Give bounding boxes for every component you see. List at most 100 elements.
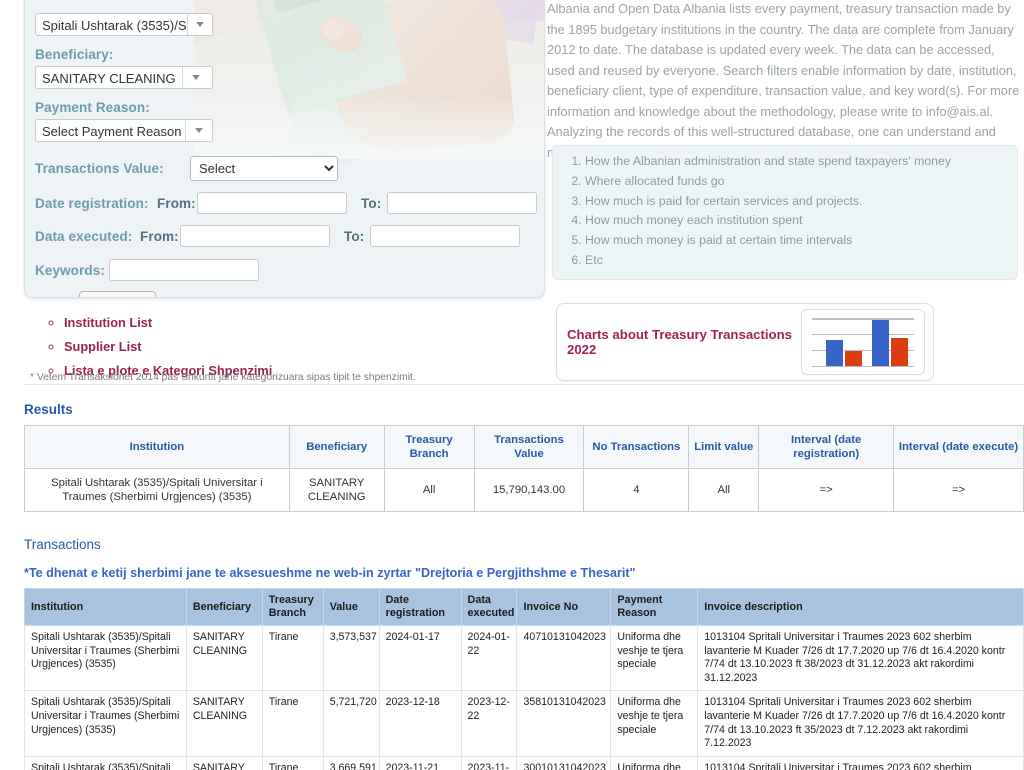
table-header-row: Institution Beneficiary Treasury Branch …	[25, 589, 1024, 626]
results-cell-limit-value: All	[689, 469, 759, 512]
date-registration-row: Date registration: From: To:	[35, 192, 544, 214]
trans-cell-value: 3,669,591	[323, 756, 379, 770]
institution-row: Spitali Ushtarak (3535)/Sp	[35, 13, 544, 36]
trans-cell-beneficiary: SANITARY CLEANING	[186, 626, 262, 691]
table-header-row: Institution Beneficiary Treasury Branch …	[25, 426, 1024, 469]
transactions-note: *Te dhenat e ketij sherbimi jane te akse…	[24, 566, 636, 580]
search-filter-panel: Spitali Ushtarak (3535)/Sp Beneficiary: …	[24, 0, 545, 298]
payment-reason-select-value: Select Payment Reason	[36, 120, 185, 141]
transactions-value-select[interactable]: Select	[190, 156, 338, 181]
data-executed-from-input[interactable]	[180, 225, 330, 247]
trans-col-date-registration: Date registration	[379, 589, 461, 626]
transactions-table: Institution Beneficiary Treasury Branch …	[24, 588, 1024, 770]
trans-col-value: Value	[323, 589, 379, 626]
chevron-down-icon[interactable]	[187, 14, 212, 35]
results-col-interval-registration: Interval (date registration)	[759, 426, 894, 469]
keywords-input[interactable]	[109, 259, 259, 281]
results-col-no-transactions: No Transactions	[584, 426, 689, 469]
results-cell-interval-execute: =>	[894, 469, 1024, 512]
table-row: Spitali Ushtarak (3535)/Spitali Universi…	[25, 756, 1024, 770]
trans-cell-institution: Spitali Ushtarak (3535)/Spitali Universi…	[25, 756, 187, 770]
date-registration-to-label: To:	[361, 196, 387, 211]
trans-cell-treasury-branch: Tirane	[262, 756, 323, 770]
results-col-institution: Institution	[25, 426, 290, 469]
date-registration-to-input[interactable]	[387, 192, 537, 214]
results-table: Institution Beneficiary Treasury Branch …	[24, 425, 1024, 512]
results-col-limit-value: Limit value	[689, 426, 759, 469]
data-executed-row: Data executed: From: To:	[35, 225, 544, 247]
chart-bar-s2-c2	[891, 338, 908, 366]
trans-cell-date-registration: 2023-12-18	[379, 691, 461, 756]
data-executed-to-input[interactable]	[370, 225, 520, 247]
link-institution-list[interactable]: Institution List	[64, 315, 152, 330]
chart-bar-s1-c2	[872, 320, 889, 366]
keywords-label: Keywords:	[35, 263, 109, 278]
results-col-treasury-branch: Treasury Branch	[384, 426, 474, 469]
table-row: Spitali Ushtarak (3535)/Spitali Universi…	[25, 469, 1024, 512]
trans-col-treasury-branch: Treasury Branch	[262, 589, 323, 626]
payment-reason-select[interactable]: Select Payment Reason	[35, 119, 213, 142]
trans-cell-payment-reason: Uniforma dhe veshje te tjera speciale	[611, 756, 698, 770]
date-registration-label: Date registration:	[35, 196, 157, 211]
chart-plot-area	[812, 318, 914, 366]
trans-cell-data-executed: 2024-01-22	[461, 626, 517, 691]
search-button[interactable]: Search	[79, 291, 156, 298]
trans-cell-invoice-description: 1013104 Spritali Universitar i Traumes 2…	[698, 691, 1024, 756]
transactions-value-row: Transactions Value: Select	[35, 156, 544, 181]
trans-cell-value: 5,721,720	[323, 691, 379, 756]
beneficiary-label-row: Beneficiary:	[35, 47, 544, 62]
list-item: How much money is paid at certain time i…	[585, 231, 1005, 251]
chevron-down-icon[interactable]	[182, 67, 209, 88]
chart-bar-s1-c1	[826, 340, 843, 366]
bar-chart-thumbnail-icon	[801, 309, 925, 375]
payment-reason-label: Payment Reason:	[35, 100, 150, 115]
charts-link-box[interactable]: Charts about Treasury Transactions 2022	[556, 303, 934, 381]
list-item: Where allocated funds go	[585, 172, 1005, 192]
trans-col-payment-reason: Payment Reason	[611, 589, 698, 626]
payment-reason-row: Select Payment Reason	[35, 119, 544, 142]
chart-bar-s2-c1	[845, 351, 862, 366]
trans-col-institution: Institution	[25, 589, 187, 626]
keywords-row: Keywords:	[35, 259, 544, 281]
trans-cell-institution: Spitali Ushtarak (3535)/Spitali Universi…	[25, 626, 187, 691]
trans-cell-date-registration: 2024-01-17	[379, 626, 461, 691]
beneficiary-select-value: SANITARY CLEANING	[36, 67, 182, 88]
results-col-interval-execute: Interval (date execute)	[894, 426, 1024, 469]
search-form: Spitali Ushtarak (3535)/Sp Beneficiary: …	[25, 0, 544, 298]
trans-cell-invoice-no: 30010131042023	[517, 756, 611, 770]
trans-cell-invoice-description: 1013104 Spritali Universitar i Traumes 2…	[698, 756, 1024, 770]
data-executed-from-label: From:	[140, 229, 180, 244]
results-col-beneficiary: Beneficiary	[289, 426, 384, 469]
trans-cell-invoice-no: 35810131042023	[517, 691, 611, 756]
results-cell-no-transactions: 4	[584, 469, 689, 512]
results-cell-beneficiary: SANITARY CLEANING	[289, 469, 384, 512]
payment-reason-label-row: Payment Reason:	[35, 100, 544, 115]
trans-cell-data-executed: 2023-11-24	[461, 756, 517, 770]
trans-col-invoice-no: Invoice No	[517, 589, 611, 626]
data-executed-label: Data executed:	[35, 229, 140, 244]
trans-col-beneficiary: Beneficiary	[186, 589, 262, 626]
institution-select-value: Spitali Ushtarak (3535)/Sp	[36, 14, 187, 35]
beneficiary-select[interactable]: SANITARY CLEANING	[35, 66, 213, 89]
transactions-heading: Transactions	[24, 537, 101, 552]
charts-box-label: Charts about Treasury Transactions 2022	[567, 327, 801, 357]
trans-cell-value: 3,573,537	[323, 626, 379, 691]
beneficiary-label: Beneficiary:	[35, 47, 113, 62]
list-item: Supplier List	[64, 338, 522, 356]
date-registration-from-input[interactable]	[197, 192, 347, 214]
trans-cell-invoice-description: 1013104 Spritali Universitar i Traumes 2…	[698, 626, 1024, 691]
trans-cell-treasury-branch: Tirane	[262, 626, 323, 691]
trans-cell-beneficiary: SANITARY CLEANING	[186, 756, 262, 770]
link-supplier-list[interactable]: Supplier List	[64, 339, 142, 354]
data-executed-to-label: To:	[344, 229, 370, 244]
trans-cell-invoice-no: 40710131042023	[517, 626, 611, 691]
trans-cell-data-executed: 2023-12-22	[461, 691, 517, 756]
list-item: Etc	[585, 251, 1005, 271]
trans-cell-date-registration: 2023-11-21	[379, 756, 461, 770]
monitor-list-box: How the Albanian administration and stat…	[552, 145, 1018, 280]
results-col-transactions-value: Transactions Value	[474, 426, 584, 469]
monitor-list: How the Albanian administration and stat…	[565, 152, 1005, 271]
institution-select[interactable]: Spitali Ushtarak (3535)/Sp	[35, 13, 213, 36]
date-registration-from-label: From:	[157, 196, 197, 211]
chevron-down-icon[interactable]	[185, 120, 212, 141]
